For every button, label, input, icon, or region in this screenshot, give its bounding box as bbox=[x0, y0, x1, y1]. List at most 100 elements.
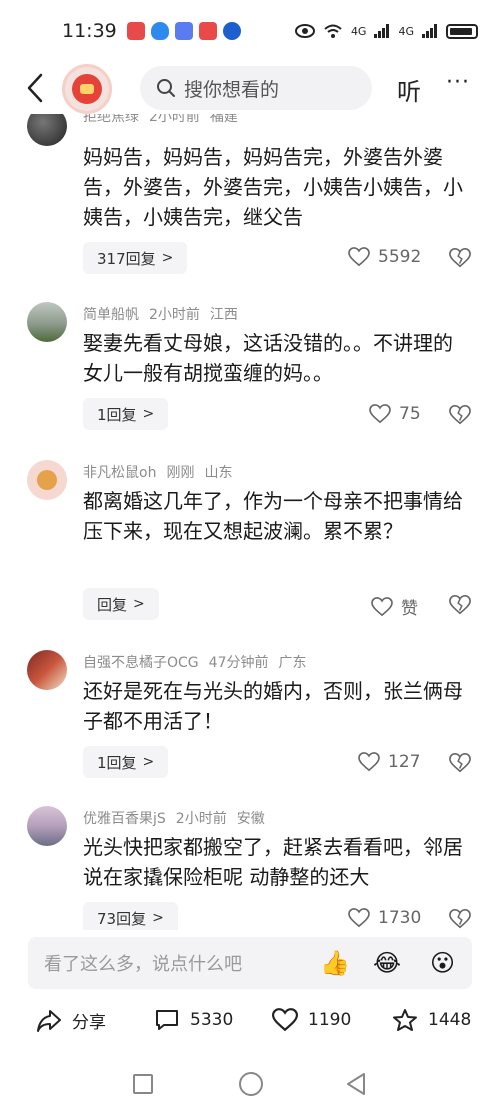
reply-button[interactable]: 1回复 > bbox=[83, 398, 169, 430]
comment-count: 5330 bbox=[190, 1010, 234, 1030]
status-time: 11:39 bbox=[62, 20, 117, 42]
comment-text: 娶妻先看丈母娘，这话没错的。。不讲理的女儿一般有胡搅蛮缠的妈。。 bbox=[83, 331, 453, 385]
like-count: 127 bbox=[388, 752, 421, 772]
comment-time: 47分钟前 bbox=[208, 655, 269, 671]
avatar[interactable] bbox=[27, 460, 67, 500]
notification-icons bbox=[126, 22, 241, 40]
status-bar: 11:39 4G 4G bbox=[0, 0, 500, 62]
chevron-right-icon: > bbox=[133, 596, 145, 612]
share-icon bbox=[37, 1009, 61, 1032]
comment-meta: 优雅百香果jS 2小时前 安徽 bbox=[83, 808, 275, 828]
comment-input-placeholder: 看了这么多，说点什么吧 bbox=[44, 954, 242, 975]
like-button[interactable]: 127 bbox=[358, 752, 420, 772]
search-icon bbox=[157, 79, 175, 97]
chevron-right-icon: > bbox=[142, 754, 155, 770]
wifi-icon bbox=[324, 24, 342, 38]
browser-notification-icon bbox=[222, 22, 241, 40]
reply-button[interactable]: 73回复 > bbox=[83, 902, 178, 930]
heart-icon bbox=[358, 752, 380, 772]
broken-heart-icon[interactable] bbox=[449, 404, 471, 426]
like-count: 75 bbox=[399, 404, 421, 424]
signal-icon bbox=[374, 24, 390, 38]
broken-heart-icon[interactable] bbox=[449, 752, 471, 774]
channel-logo[interactable] bbox=[62, 64, 112, 114]
heart-icon bbox=[348, 247, 370, 267]
comment-username[interactable]: 自强不息橘子OCG bbox=[83, 655, 199, 671]
like-button[interactable]: 赞 bbox=[371, 594, 418, 619]
chevron-right-icon: > bbox=[142, 406, 155, 422]
search-input[interactable]: 搜你想看的 bbox=[140, 66, 372, 110]
reply-button[interactable]: 回复 > bbox=[83, 588, 159, 620]
home-button[interactable] bbox=[239, 1072, 263, 1096]
comment-count-button[interactable]: 5330 bbox=[154, 1008, 233, 1032]
comment-meta: 拒绝焦绿 2小时前 福建 bbox=[83, 114, 248, 126]
broken-heart-icon[interactable] bbox=[449, 908, 471, 930]
avatar[interactable] bbox=[27, 806, 67, 846]
comment-input[interactable]: 看了这么多，说点什么吧 👍 😂 😮 bbox=[28, 937, 472, 989]
listen-button[interactable]: 听 bbox=[397, 72, 421, 107]
comment-username[interactable]: 非凡松鼠oh bbox=[83, 465, 156, 481]
comment-text: 妈妈告，妈妈告，妈妈告完，外婆告外婆告，外婆告，外婆告完，小姨告小姨告，小姨告，… bbox=[83, 145, 463, 229]
signal-icon-2 bbox=[422, 24, 437, 38]
comment-text: 还好是死在与光头的婚内，否则，张兰俩母子都不用活了！ bbox=[83, 679, 463, 733]
chevron-right-icon: > bbox=[161, 250, 174, 266]
back-button[interactable] bbox=[20, 70, 50, 106]
more-button[interactable]: ··· bbox=[446, 70, 470, 95]
comment-meta: 自强不息橘子OCG 47分钟前 广东 bbox=[83, 652, 316, 672]
back-arrow-icon bbox=[27, 73, 43, 103]
system-status: 4G 4G bbox=[294, 23, 478, 39]
avatar[interactable] bbox=[27, 302, 67, 342]
reply-count: 回复 bbox=[97, 595, 128, 614]
like-count: 5592 bbox=[378, 247, 422, 267]
reply-button[interactable]: 1回复 > bbox=[83, 746, 169, 778]
nav-back-icon[interactable] bbox=[345, 1072, 367, 1096]
like-count: 1730 bbox=[378, 908, 422, 928]
comment-time: 2小时前 bbox=[149, 114, 200, 125]
comment-text: 光头快把家都搬空了，赶紧去看看吧，邻居说在家撬保险柜呢 动静整的还大 bbox=[83, 835, 463, 889]
like-article-button[interactable]: 1190 bbox=[272, 1008, 351, 1032]
comment-meta: 简单船帆 2小时前 江西 bbox=[83, 304, 248, 324]
recent-apps-button[interactable] bbox=[133, 1074, 153, 1094]
comment-list[interactable]: 拒绝焦绿 2小时前 福建 妈妈告，妈妈告，妈妈告完，外婆告外婆告，外婆告，外婆告完，… bbox=[0, 114, 500, 930]
article-like-count: 1190 bbox=[308, 1010, 352, 1030]
comment-time: 2小时前 bbox=[149, 307, 200, 323]
share-label: 分享 bbox=[72, 1013, 106, 1033]
favorite-count: 1448 bbox=[428, 1010, 472, 1030]
system-nav-bar bbox=[0, 1060, 500, 1110]
battery-icon bbox=[446, 23, 478, 39]
like-button[interactable]: 1730 bbox=[348, 908, 421, 928]
broken-heart-icon[interactable] bbox=[449, 594, 471, 616]
heart-icon bbox=[371, 596, 393, 616]
share-button[interactable]: 分享 bbox=[36, 1008, 106, 1033]
reply-count: 73回复 bbox=[97, 909, 147, 928]
favorite-button[interactable]: 1448 bbox=[392, 1008, 471, 1032]
like-button[interactable]: 5592 bbox=[348, 247, 421, 267]
thumbs-up-emoji-icon[interactable]: 👍 bbox=[320, 949, 350, 977]
comment-time: 刚刚 bbox=[166, 465, 195, 481]
laughing-emoji-icon[interactable]: 😂 bbox=[373, 949, 401, 977]
reply-count: 1回复 bbox=[97, 753, 137, 772]
comment-icon bbox=[156, 1010, 178, 1030]
comment-username[interactable]: 拒绝焦绿 bbox=[83, 114, 139, 125]
music-notification-icon bbox=[174, 22, 193, 40]
comment-username[interactable]: 优雅百香果jS bbox=[83, 811, 166, 827]
app-notification-icon bbox=[126, 22, 145, 40]
reply-button[interactable]: 317回复 > bbox=[83, 242, 188, 274]
like-button[interactable]: 75 bbox=[369, 404, 421, 424]
heart-icon bbox=[272, 1008, 298, 1032]
chevron-right-icon: > bbox=[152, 910, 164, 926]
avatar[interactable] bbox=[27, 650, 67, 690]
shield-notification-icon bbox=[150, 22, 169, 40]
reply-count: 317回复 bbox=[97, 249, 156, 268]
comment-username[interactable]: 简单船帆 bbox=[83, 307, 139, 323]
heart-icon bbox=[348, 908, 370, 928]
avatar[interactable] bbox=[27, 114, 67, 146]
app-notification-icon-2 bbox=[198, 22, 217, 40]
search-placeholder: 搜你想看的 bbox=[184, 78, 280, 101]
comment-time: 2小时前 bbox=[175, 811, 227, 827]
comment-location: 广东 bbox=[278, 655, 307, 671]
broken-heart-icon[interactable] bbox=[449, 247, 471, 269]
network-type-2: 4G bbox=[398, 24, 414, 38]
logo-badge-icon bbox=[72, 74, 102, 104]
surprised-emoji-icon[interactable]: 😮 bbox=[430, 949, 455, 977]
